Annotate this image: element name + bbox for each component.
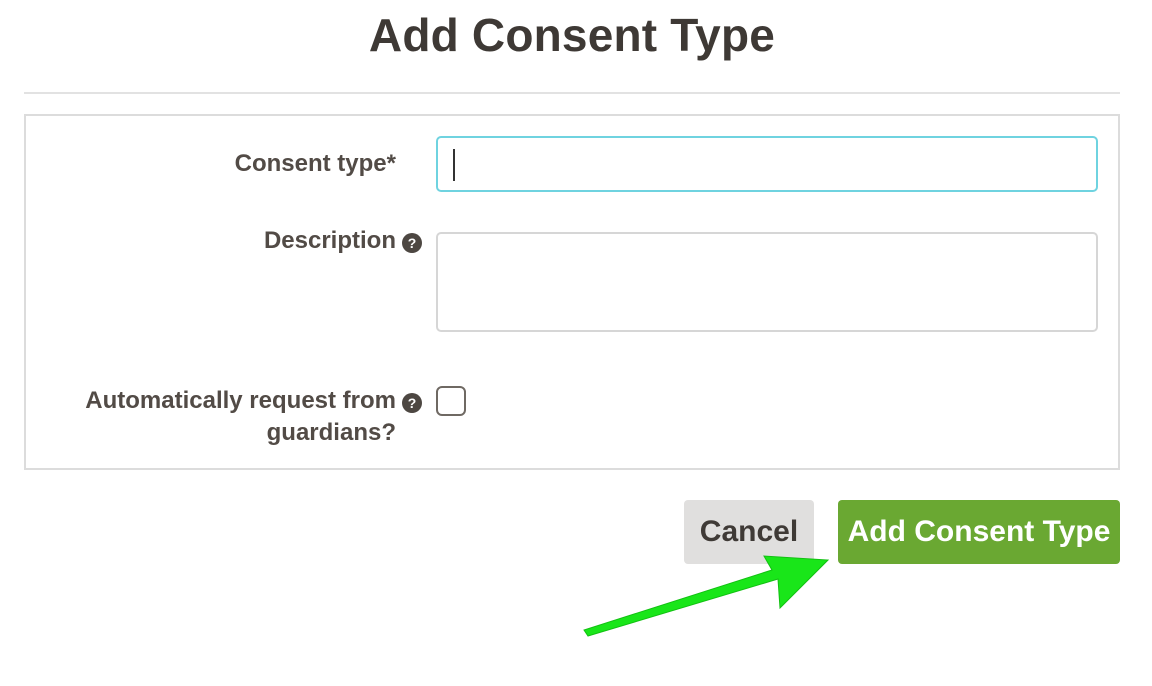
auto-request-checkbox[interactable] — [436, 386, 466, 416]
green-arrow-icon — [583, 555, 830, 637]
auto-request-label-line2: guardians? — [266, 419, 396, 446]
consent-type-input[interactable] — [436, 136, 1098, 192]
auto-request-label-line1: Automatically request from — [85, 387, 396, 414]
add-consent-type-dialog: Add Consent Type Consent type* Descripti… — [0, 0, 1152, 686]
add-consent-type-button[interactable]: Add Consent Type — [838, 500, 1120, 564]
description-label: Description — [263, 227, 396, 254]
arrow-shape — [583, 555, 830, 637]
text-caret — [453, 149, 455, 181]
dialog-title: Add Consent Type — [368, 9, 776, 61]
title-divider — [24, 92, 1120, 94]
auto-request-label: Automatically request from guardians? — [0, 385, 396, 449]
auto-request-help-icon[interactable]: ? — [402, 393, 422, 413]
description-help-icon[interactable]: ? — [402, 233, 422, 253]
description-textarea[interactable] — [436, 232, 1098, 332]
consent-type-label: Consent type* — [234, 150, 396, 177]
